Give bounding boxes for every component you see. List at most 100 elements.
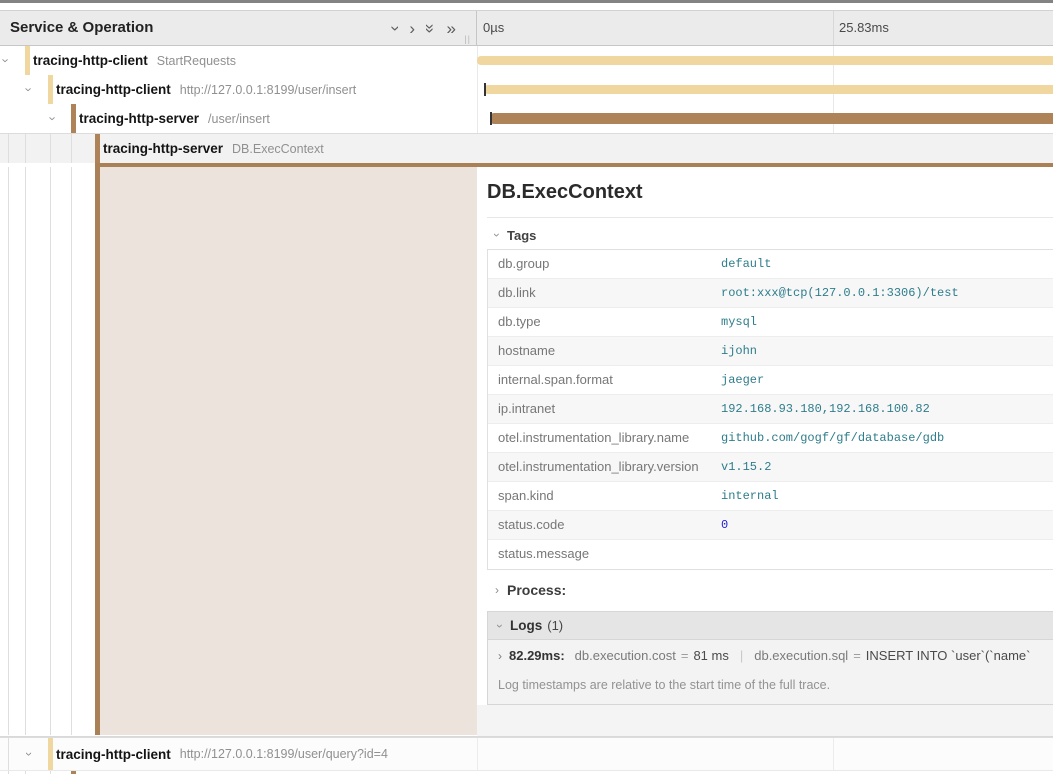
logs-accordion-header[interactable]: › Logs (1) [488, 612, 1053, 640]
service-operation-title: Service & Operation [10, 11, 153, 44]
logs-body: › 82.29ms: db.execution.cost = 81 ms | d… [488, 640, 1053, 704]
expand-collapse-controls: › › » » [393, 11, 456, 45]
chevron-down-icon[interactable]: › [27, 738, 31, 770]
span-start-tick [490, 112, 492, 125]
tag-key: otel.instrumentation_library.version [488, 453, 711, 481]
equals-sign: = [676, 648, 694, 663]
span-color-chip [48, 75, 53, 104]
timeline-column-header: 0µs 25.83ms Service & Operation › › » » … [0, 10, 1053, 46]
span-service-name: tracing-http-client [56, 82, 171, 97]
tag-key: internal.span.format [488, 366, 711, 394]
logs-accordion: › Logs (1) › 82.29ms: db.execution.cost … [487, 611, 1053, 705]
span-operation-name: http://127.0.0.1:8199/user/insert [180, 83, 357, 97]
tag-key: ip.intranet [488, 395, 711, 423]
span-row-partial [0, 770, 1053, 774]
span-color-chip [95, 134, 100, 163]
tree-indent-guide [8, 738, 9, 770]
span-service-name: tracing-http-server [103, 141, 223, 156]
log-field-value: INSERT INTO `user`(`name` [866, 648, 1031, 663]
tag-row: ip.intranet 192.168.93.180,192.168.100.8… [488, 395, 1053, 424]
tag-key: db.type [488, 308, 711, 336]
log-entry[interactable]: › 82.29ms: db.execution.cost = 81 ms | d… [498, 648, 1053, 663]
span-color-chip [48, 738, 53, 770]
tag-value: jaeger [711, 366, 764, 394]
selected-span-duration-bar[interactable] [95, 163, 1053, 167]
minimap-bottom-edge [0, 0, 1053, 3]
tags-accordion-header[interactable]: › Tags [495, 225, 536, 245]
log-timestamp: 82.29ms: [509, 648, 565, 663]
span-duration-bar[interactable] [477, 56, 1053, 65]
timeline-gridline [833, 738, 834, 770]
column-resizer-grip-icon[interactable]: || [464, 34, 471, 44]
tag-value: default [711, 250, 771, 278]
tag-value: 0 [711, 511, 728, 539]
log-field-key: db.execution.cost [575, 648, 676, 663]
tag-row: span.kind internal [488, 482, 1053, 511]
tag-value: github.com/gogf/gf/database/gdb [711, 424, 944, 452]
tag-row: internal.span.format jaeger [488, 366, 1053, 395]
span-row-start-requests[interactable]: › tracing-http-client StartRequests [0, 46, 1053, 75]
collapse-one-button[interactable]: › [393, 20, 399, 37]
trace-timeline-view: 0µs 25.83ms Service & Operation › › » » … [0, 0, 1053, 774]
chevron-down-icon[interactable]: › [27, 75, 31, 104]
tree-indent-guide [50, 167, 51, 735]
tag-key: otel.instrumentation_library.name [488, 424, 711, 452]
collapse-all-button[interactable]: » [426, 20, 435, 37]
process-accordion-header[interactable]: › Process: [495, 580, 566, 600]
span-color-chip [25, 46, 30, 75]
timeline-gridline [477, 738, 478, 770]
expand-one-button[interactable]: › [409, 20, 415, 37]
log-field-separator: | [729, 648, 754, 663]
tag-key: db.group [488, 250, 711, 278]
tree-indent-guide [71, 134, 72, 163]
detail-row-left-column [0, 167, 477, 737]
tag-row: hostname ijohn [488, 337, 1053, 366]
span-operation-name: /user/insert [208, 112, 270, 126]
chevron-right-icon: › [495, 584, 499, 596]
span-color-chip [71, 104, 76, 133]
span-row-server-insert[interactable]: › tracing-http-server /user/insert [0, 104, 1053, 133]
log-timestamps-note: Log timestamps are relative to the start… [498, 678, 830, 692]
equals-sign: = [848, 648, 866, 663]
tag-value: root:xxx@tcp(127.0.0.1:3306)/test [711, 279, 959, 307]
span-duration-bar[interactable] [484, 85, 1053, 94]
double-chevron-right-icon: » [447, 19, 456, 38]
expand-all-button[interactable]: » [447, 20, 456, 37]
timeline-tick-0us: 0µs [483, 11, 504, 44]
tree-indent-guide [8, 134, 9, 163]
tag-row: db.group default [488, 250, 1053, 279]
timeline-tick-25ms: 25.83ms [839, 11, 889, 44]
tag-key: hostname [488, 337, 711, 365]
chevron-down-icon[interactable]: › [51, 104, 55, 133]
service-operation-header: Service & Operation › › » » || [0, 11, 477, 45]
span-operation-name: StartRequests [157, 54, 236, 68]
tag-row: otel.instrumentation_library.version v1.… [488, 453, 1053, 482]
span-duration-bar[interactable] [490, 113, 1053, 124]
span-detail-panel: DB.ExecContext › Tags db.group default d… [477, 167, 1053, 737]
tag-key: status.message [488, 540, 711, 569]
tag-value: internal [711, 482, 779, 510]
detail-row-fill [100, 167, 477, 735]
log-field-key: db.execution.sql [754, 648, 848, 663]
tree-indent-guide [71, 167, 72, 735]
span-service-name: tracing-http-client [56, 747, 171, 762]
divider [487, 217, 1053, 218]
tag-value: 192.168.93.180,192.168.100.82 [711, 395, 930, 423]
tree-indent-guide [25, 134, 26, 163]
span-service-name: tracing-http-client [33, 53, 148, 68]
double-chevron-down-icon: » [422, 23, 439, 32]
span-row-client-query[interactable]: › tracing-http-client http://127.0.0.1:8… [0, 737, 1053, 770]
chevron-right-icon: › [409, 19, 415, 38]
tree-indent-guide [25, 167, 26, 735]
span-row-client-insert[interactable]: › tracing-http-client http://127.0.0.1:8… [0, 75, 1053, 104]
tag-key: status.code [488, 511, 711, 539]
chevron-right-icon: › [498, 650, 502, 662]
chevron-down-icon: › [494, 624, 506, 628]
tag-key: span.kind [488, 482, 711, 510]
chevron-down-icon[interactable]: › [4, 46, 8, 75]
tree-indent-guide [8, 167, 9, 735]
tree-indent-guide [50, 134, 51, 163]
logs-label: Logs [510, 618, 542, 633]
tag-value [711, 540, 721, 569]
span-row-db-exec-context-selected[interactable]: tracing-http-server DB.ExecContext [0, 133, 1053, 163]
